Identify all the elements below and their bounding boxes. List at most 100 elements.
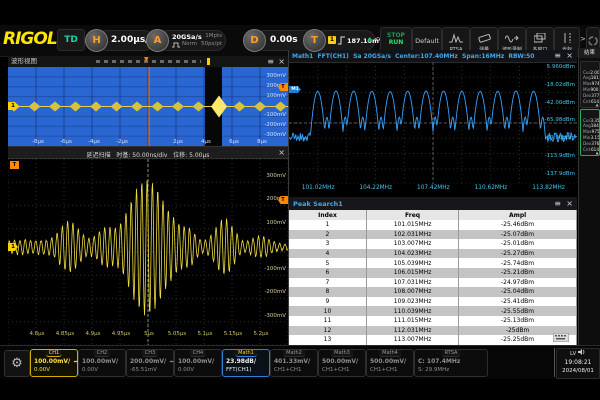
- peak-table-row[interactable]: 2102.031MHz-25.07dBm: [289, 230, 577, 240]
- channel-tab: Math4: [379, 350, 401, 357]
- collapse-triangle-icon[interactable]: ▲: [596, 104, 599, 108]
- peak-table-row[interactable]: 13113.007MHz-25.25dBm: [289, 335, 577, 345]
- close-icon[interactable]: ×: [566, 200, 573, 208]
- channel-offset: S: 29.9MHz: [418, 367, 449, 373]
- peak-table-row[interactable]: 1101.015MHz-25.46dBm: [289, 220, 577, 230]
- fft-freq-label: 101.02MHz: [302, 186, 334, 192]
- clock-time: 19:08:21: [557, 358, 599, 367]
- zoom-time-label: 5.05μs: [166, 332, 188, 338]
- zoom-volt-label: -100mV: [264, 267, 286, 273]
- fft-function: FFT(CH1): [318, 53, 349, 60]
- peak-table-row[interactable]: 4104.023MHz-25.27dBm: [289, 249, 577, 259]
- peak-index-cell: 7: [289, 278, 367, 288]
- acquire-knob[interactable]: A: [146, 29, 169, 52]
- channel-box-ch4[interactable]: CH4100.00mV/0.00V: [174, 349, 222, 377]
- channel-box-math1[interactable]: Math123.98dB/FFT(CH1): [222, 349, 270, 377]
- trigger-corner-tag[interactable]: T: [10, 161, 19, 169]
- fft-title: Math1: [292, 53, 313, 60]
- fft-plot[interactable]: 5.960dBm-18.02dBm-42.00dBm-65.98dBm-89.9…: [289, 62, 577, 184]
- fft-center: Center:107.40MHz: [395, 53, 458, 60]
- settings-gear-button[interactable]: ⚙: [4, 350, 30, 377]
- channel-box-ch1[interactable]: CH1100.00mV/ ⎓ Ω0.00V: [30, 349, 78, 377]
- main-time-label: -4μs: [84, 140, 104, 146]
- zoom-waveform-area[interactable]: 300mV200mV100mV-100mV-200mV-300mV4.8μs4.…: [8, 159, 288, 345]
- main-time-label: 8μs: [252, 140, 272, 146]
- peak-index-cell: 8: [289, 287, 367, 297]
- trigger-slope-icon: [338, 36, 346, 45]
- menu-icon[interactable]: ≡: [554, 200, 561, 208]
- peak-table-row[interactable]: 8108.007MHz-25.04dBm: [289, 287, 577, 297]
- main-waveform-svg: [8, 67, 288, 146]
- peak-freq-cell: 102.031MHz: [367, 230, 459, 240]
- peak-table-row[interactable]: 7107.031MHz-24.97dBm: [289, 278, 577, 288]
- zoom-time-label: 5.15μs: [222, 332, 244, 338]
- fft-panel: Math1 FFT(CH1) Sa 20GSa/s Center:107.40M…: [288, 50, 577, 197]
- collapse-chevron-icon[interactable]: <: [374, 36, 380, 43]
- channel-box-math4[interactable]: Math4500.00mV/CH1+CH1: [366, 349, 414, 377]
- system-status-row: LV: [557, 349, 599, 358]
- peak-ampl-cell: -25.01dBm: [459, 239, 577, 249]
- trigger-mode-badge[interactable]: TD: [57, 29, 85, 51]
- channel-scale: C: 107.4MHz: [418, 358, 460, 365]
- trigger-knob[interactable]: T: [303, 29, 326, 52]
- main-volt-label: 300mV: [266, 74, 286, 80]
- channel-box-ch3[interactable]: CH3200.00mV/ ⎓ Ω-65.51mV: [126, 349, 174, 377]
- keyboard-icon[interactable]: [553, 333, 569, 342]
- horizontal-knob[interactable]: H: [85, 29, 108, 52]
- divider: [554, 348, 555, 377]
- collapse-triangle-icon[interactable]: ▲: [596, 152, 599, 156]
- main-waveform-area[interactable]: 300mV200mV100mV-100mV-200mV-300mV-8μs-6μ…: [8, 67, 288, 146]
- channel-tab: CH2: [94, 350, 110, 357]
- channel-offset: 0.00V: [178, 367, 194, 373]
- channel-tab: Math2: [283, 350, 305, 357]
- peak-table-row[interactable]: 9109.023MHz-25.41dBm: [289, 297, 577, 307]
- measurement-card[interactable]: 正脉宽(C1)Cur3.3500nsAvg184.15nsMax975.45ns…: [580, 109, 600, 156]
- channel-box-ch2[interactable]: CH2100.00mV/0.00V: [78, 349, 126, 377]
- main-time-label: -8μs: [28, 140, 48, 146]
- peak-freq-cell: 106.015MHz: [367, 268, 459, 278]
- channel-box-rtsa[interactable]: RTSAC: 107.4MHzS: 29.9MHz: [414, 349, 488, 377]
- close-icon[interactable]: ×: [278, 58, 285, 66]
- delay-knob[interactable]: D: [243, 29, 266, 52]
- peak-table-row[interactable]: 6106.015MHz-25.21dBm: [289, 268, 577, 278]
- close-icon[interactable]: ×: [278, 149, 285, 157]
- peak-table-row[interactable]: 3103.007MHz-25.01dBm: [289, 239, 577, 249]
- channel-box-math2[interactable]: Math2401.33mV/CH1+CH1: [270, 349, 318, 377]
- menu-icon[interactable]: ≡: [267, 58, 274, 66]
- peak-table-row[interactable]: 11111.015MHz-25.13dBm: [289, 316, 577, 326]
- fft-freq-axis: 101.02MHz104.22MHz107.42MHz110.62MHz113.…: [289, 184, 577, 197]
- peak-freq-cell: 111.015MHz: [367, 316, 459, 326]
- fft-db-label: -89.96dBm: [545, 136, 575, 142]
- peak-table-row[interactable]: 10110.039MHz-25.55dBm: [289, 306, 577, 316]
- channel-offset: 0.00V: [82, 367, 98, 373]
- main-time-label: 4μs: [196, 140, 216, 146]
- expand-chevron-icon[interactable]: >: [580, 36, 586, 43]
- menu-icon[interactable]: ≡: [554, 52, 561, 60]
- peak-freq-cell: 112.031MHz: [367, 326, 459, 336]
- channel-scale: 100.00mV/: [82, 358, 118, 365]
- channel-box-math3[interactable]: Math3500.00mV/CH1+CH1: [318, 349, 366, 377]
- run-label: RUN: [381, 39, 411, 46]
- rtsa-icon: [449, 33, 463, 43]
- zoom-volt-label: -300mV: [264, 314, 286, 320]
- peak-freq-cell: 113.007MHz: [367, 335, 459, 345]
- peak-index-cell: 4: [289, 249, 367, 259]
- channel-offset: CH1+CH1: [370, 367, 398, 373]
- zoom-window-marker[interactable]: [207, 58, 210, 65]
- peak-ampl-cell: -25.55dBm: [459, 306, 577, 316]
- peak-table-row[interactable]: 12112.031MHz-25dBm: [289, 326, 577, 336]
- delayed-sweep-timebase: 时基: 50.00ns/div: [116, 152, 167, 159]
- trigger-position-marker-icon[interactable]: ▼: [144, 57, 149, 63]
- system-clock-box[interactable]: LV 19:08:21 2024/08/01: [556, 348, 600, 379]
- peak-table-row[interactable]: 5105.039MHz-25.74dBm: [289, 258, 577, 268]
- fft-db-label: -42.00dBm: [545, 101, 575, 107]
- fft-db-label: -18.02dBm: [545, 83, 575, 89]
- delayed-sweep-bar[interactable]: 延迟扫描 时基: 50.00ns/div 位移: 5.00μs ×: [8, 146, 288, 159]
- waveform-arrow-icon: [505, 33, 520, 43]
- measurement-card[interactable]: 上升时间(C1)Cur2.0000nsAvg181.05nsMax974.25n…: [580, 61, 600, 108]
- peak-index-cell: 11: [289, 316, 367, 326]
- main-time-label: -2μs: [112, 140, 132, 146]
- delayed-sweep-title: 延迟扫描: [87, 152, 111, 159]
- close-icon[interactable]: ×: [566, 52, 573, 60]
- channel-tab: Math1: [235, 350, 257, 357]
